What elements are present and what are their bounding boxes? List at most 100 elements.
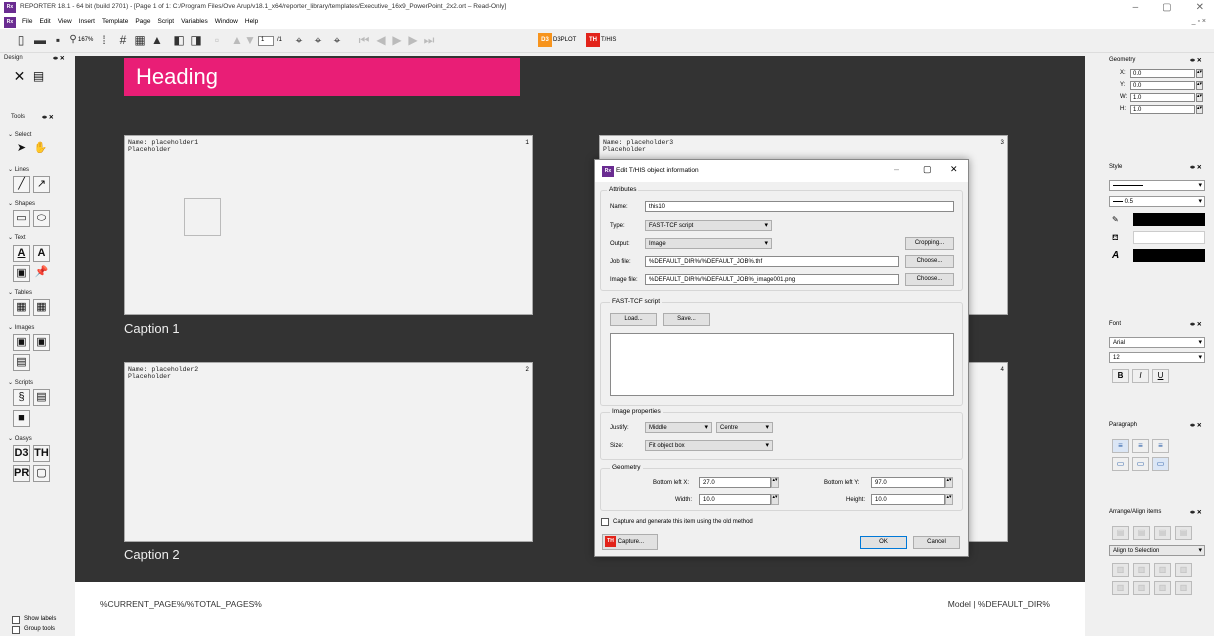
w-input[interactable]: 1.0 bbox=[1130, 93, 1195, 102]
height-input[interactable]: 10.0 bbox=[871, 494, 945, 505]
size-combo[interactable]: Fit object box bbox=[645, 440, 773, 451]
zoom-icon[interactable]: ⚲ bbox=[68, 33, 78, 47]
script-textarea[interactable] bbox=[610, 333, 954, 396]
pin-icon[interactable]: 📌 bbox=[33, 265, 50, 282]
menu-page[interactable]: Page bbox=[135, 18, 150, 25]
line-width-dropdown[interactable]: 0.5 bbox=[1109, 196, 1205, 207]
capture-old-method-checkbox[interactable] bbox=[601, 518, 609, 526]
group-tools-checkbox[interactable] bbox=[12, 626, 20, 634]
script-file-icon[interactable]: ▤ bbox=[33, 389, 50, 406]
page-icon[interactable]: ◨ bbox=[189, 33, 203, 47]
this-label[interactable]: T/HIS bbox=[601, 37, 616, 43]
font-name-dropdown[interactable]: Arial bbox=[1109, 337, 1205, 348]
save-icon[interactable]: ▪ bbox=[51, 33, 65, 47]
type-combo[interactable]: FAST-TCF script bbox=[645, 220, 772, 231]
job-file-input[interactable]: %DEFAULT_DIR%/%DEFAULT_JOB%.thf bbox=[645, 256, 899, 267]
add-page-icon[interactable]: ⌖ bbox=[292, 33, 306, 47]
bottom-left-y-spinner[interactable]: ▴▾ bbox=[945, 477, 953, 488]
rectangle-icon[interactable]: ▭ bbox=[13, 210, 30, 227]
d3plot-label[interactable]: D3PLOT bbox=[553, 37, 576, 43]
align-to-dropdown[interactable]: Align to Selection bbox=[1109, 545, 1205, 556]
menu-insert[interactable]: Insert bbox=[79, 18, 95, 25]
close-button[interactable]: ✕ bbox=[1196, 2, 1204, 13]
save-script-button[interactable]: Save... bbox=[663, 313, 710, 326]
open-icon[interactable]: ▬ bbox=[33, 33, 47, 47]
ellipse-icon[interactable]: ⬭ bbox=[33, 210, 50, 227]
pen-icon[interactable]: ✎ bbox=[1112, 215, 1119, 224]
heading-textbox[interactable]: Heading bbox=[124, 58, 520, 96]
section-text[interactable]: ⌄ Text bbox=[8, 234, 26, 241]
this-icon[interactable]: TH bbox=[586, 33, 600, 47]
w-spinner[interactable]: ▴▾ bbox=[1196, 93, 1203, 102]
height-spinner[interactable]: ▴▾ bbox=[945, 494, 953, 505]
x-spinner[interactable]: ▴▾ bbox=[1196, 69, 1203, 78]
line-icon[interactable]: ╱ bbox=[13, 176, 30, 193]
paragraph-close-icon[interactable]: ⇹ ✕ bbox=[1190, 422, 1202, 429]
y-spinner[interactable]: ▴▾ bbox=[1196, 81, 1203, 90]
placeholder-2[interactable]: Name: placeholder2 Placeholder 2 bbox=[124, 362, 533, 542]
d3plot-tool-icon[interactable]: D3 bbox=[13, 445, 30, 462]
select-arrow-icon[interactable]: ➤ bbox=[13, 141, 30, 158]
library-image-icon[interactable]: ▤ bbox=[13, 354, 30, 371]
maximize-button[interactable]: ▢ bbox=[1162, 2, 1171, 13]
h-input[interactable]: 1.0 bbox=[1130, 105, 1195, 114]
ok-button[interactable]: OK bbox=[860, 536, 907, 549]
bottom-left-x-spinner[interactable]: ▴▾ bbox=[771, 477, 779, 488]
load-button[interactable]: Load... bbox=[610, 313, 657, 326]
table-icon[interactable]: ▦ bbox=[13, 299, 30, 316]
cropping-button[interactable]: Cropping... bbox=[905, 237, 954, 250]
y-input[interactable]: 0.0 bbox=[1130, 81, 1195, 90]
output-combo[interactable]: Image bbox=[645, 238, 772, 249]
section-images[interactable]: ⌄ Images bbox=[8, 324, 34, 331]
valign-bottom-icon[interactable]: ▭ bbox=[1152, 457, 1169, 471]
add-page-before-icon[interactable]: ⌖ bbox=[311, 33, 325, 47]
style-close-icon[interactable]: ⇹ ✕ bbox=[1190, 164, 1202, 171]
h-spinner[interactable]: ▴▾ bbox=[1196, 105, 1203, 114]
section-shapes[interactable]: ⌄ Shapes bbox=[8, 200, 35, 207]
new-icon[interactable]: ▯ bbox=[14, 33, 28, 47]
text-colour-icon[interactable]: A bbox=[1112, 250, 1119, 261]
arrange-close-icon[interactable]: ⇹ ✕ bbox=[1190, 509, 1202, 516]
mdi-controls[interactable]: _ ▫ × bbox=[1192, 18, 1206, 25]
bold-button[interactable]: B bbox=[1112, 369, 1129, 383]
text-icon[interactable]: A bbox=[13, 245, 30, 262]
valign-top-icon[interactable]: ▭ bbox=[1112, 457, 1129, 471]
capture-button[interactable]: TH Capture... bbox=[602, 534, 658, 550]
job-file-choose-button[interactable]: Choose... bbox=[905, 255, 954, 268]
line-colour-swatch[interactable] bbox=[1133, 213, 1205, 226]
script-icon[interactable]: § bbox=[13, 389, 30, 406]
placeholder-1[interactable]: Name: placeholder1 Placeholder 1 bbox=[124, 135, 533, 315]
underline-button[interactable]: U bbox=[1152, 369, 1169, 383]
width-input[interactable]: 10.0 bbox=[699, 494, 771, 505]
primer-tool-icon[interactable]: PR bbox=[13, 465, 30, 482]
grid-icon[interactable]: # bbox=[116, 33, 130, 47]
menu-help[interactable]: Help bbox=[245, 18, 258, 25]
align-right-icon[interactable]: ≡ bbox=[1152, 439, 1169, 453]
fill-colour-swatch[interactable] bbox=[1133, 231, 1205, 244]
design-tools-icon[interactable]: ✕ bbox=[11, 69, 28, 86]
csv-table-icon[interactable]: ▦ bbox=[33, 299, 50, 316]
tools-close-icon[interactable]: ⇹ ✕ bbox=[42, 114, 54, 121]
selected-item-box[interactable] bbox=[184, 198, 221, 236]
image-icon[interactable]: ▣ bbox=[13, 334, 30, 351]
menu-edit[interactable]: Edit bbox=[39, 18, 50, 25]
this-tool-icon[interactable]: TH bbox=[33, 445, 50, 462]
width-spinner[interactable]: ▴▾ bbox=[771, 494, 779, 505]
fill-bucket-icon[interactable]: ⛾ bbox=[1112, 233, 1119, 243]
caption-2[interactable]: Caption 2 bbox=[124, 547, 180, 562]
footer-model-dir[interactable]: Model | %DEFAULT_DIR% bbox=[948, 599, 1050, 609]
justify-horizontal-combo[interactable]: Centre bbox=[716, 422, 773, 433]
minimize-button[interactable]: – bbox=[1133, 2, 1139, 13]
hat-icon[interactable]: ▲ bbox=[150, 33, 164, 47]
menu-view[interactable]: View bbox=[58, 18, 72, 25]
refresh-icon[interactable]: ◧ bbox=[172, 33, 186, 47]
font-size-dropdown[interactable]: 12 bbox=[1109, 352, 1205, 363]
page-number-input[interactable]: 1 bbox=[258, 36, 274, 46]
section-scripts[interactable]: ⌄ Scripts bbox=[8, 379, 33, 386]
menu-file[interactable]: File bbox=[22, 18, 32, 25]
show-labels-checkbox[interactable] bbox=[12, 616, 20, 624]
line-style-dropdown[interactable] bbox=[1109, 180, 1205, 191]
cancel-button[interactable]: Cancel bbox=[913, 536, 960, 549]
panel-close-icon[interactable]: ⇹ ✕ bbox=[53, 55, 65, 62]
layout-icon[interactable]: ▦ bbox=[133, 33, 147, 47]
